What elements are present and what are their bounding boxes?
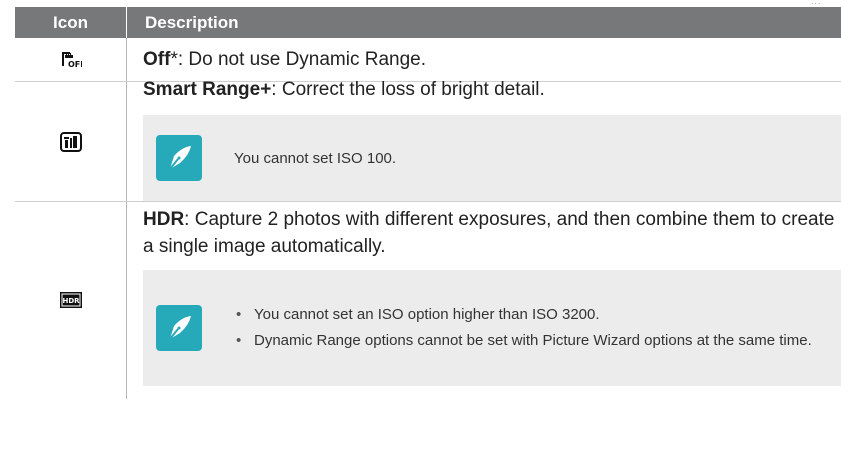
note-text: You cannot set ISO 100. [234,149,397,167]
icon-cell: HDR [15,201,127,399]
note-pen-icon [156,304,202,351]
row-text: : Do not use Dynamic Range. [177,49,427,70]
note-pen-icon [156,135,202,181]
icon-cell: OFF [15,38,127,82]
row-text: : Correct the loss of bright detail. [271,79,545,100]
smart-range-plus-icon [59,131,82,152]
svg-text:OFF: OFF [68,60,82,68]
description-column-header: Description [126,7,841,38]
svg-text:HDR: HDR [62,297,80,305]
icon-cell [15,81,127,202]
table-row: Smart Range+: Correct the loss of bright… [15,79,841,202]
list-item: You cannot set an ISO option higher than… [236,304,812,326]
table-row: OFF Off*: Do not use Dynamic Range. [15,38,841,82]
description-cell: HDR: Capture 2 photos with different exp… [127,202,841,400]
row-title: HDR [143,208,185,230]
row-title: Off [143,49,171,70]
dynamic-range-table: Icon Description OFF Off*: Do not use Dy… [15,7,841,399]
cropped-page-text: ... [811,0,841,4]
icon-column-header: Icon [15,7,127,38]
table-row: HDR HDR: Capture 2 photos with different… [15,201,841,400]
list-item: Dynamic Range options cannot be set with… [236,330,812,352]
description-cell: Smart Range+: Correct the loss of bright… [126,79,841,202]
note-box: You cannot set an ISO option higher than… [143,269,841,386]
description-cell: Off*: Do not use Dynamic Range. [126,38,841,82]
dynamic-range-off-icon: OFF [61,52,82,68]
note-box: You cannot set ISO 100. [143,115,841,201]
table-header-row: Icon Description [15,7,841,38]
hdr-icon: HDR [59,292,82,309]
row-title: Smart Range+ [143,79,272,100]
row-text: : Capture 2 photos with different exposu… [143,208,835,257]
note-list: You cannot set an ISO option higher than… [236,300,812,356]
title-suffix: * [170,49,178,70]
